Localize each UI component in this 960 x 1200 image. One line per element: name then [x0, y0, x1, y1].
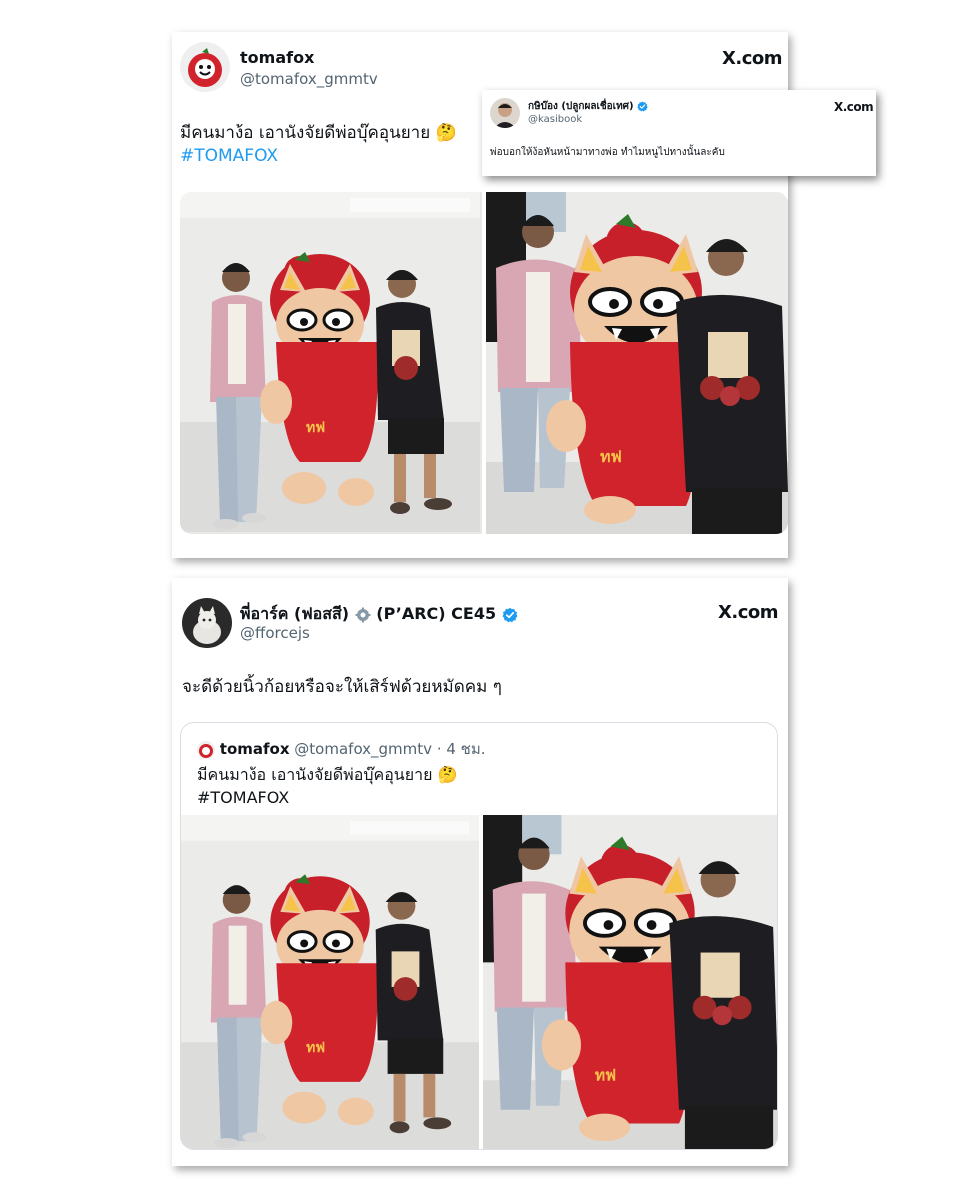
cat-avatar-icon — [182, 598, 232, 648]
xcom-logo: X.com — [834, 100, 874, 114]
reply-text: พ่อบอกให้ง้อหันหน้ามาทางพ่อ ทำไมหนูไปทาง… — [490, 147, 725, 158]
photo-image — [180, 192, 482, 534]
reply-tweet-card[interactable]: กษิบ๊อง (ปลูกผลเชื่อเทศ) @kasibook X.com… — [482, 90, 876, 176]
hashtag-link[interactable]: #TOMAFOX — [180, 145, 500, 168]
quote-hashtag[interactable]: #TOMAFOX — [197, 786, 457, 809]
tweet-text: มีคนมาง้อ เอานังจัยดีพ่อบุ๊คอุนยาย 🤔 #TO… — [180, 122, 500, 168]
photo-1[interactable] — [180, 192, 482, 534]
quote-text: มีคนมาง้อ เอานังจัยดีพ่อบุ๊คอุนยาย 🤔 #TO… — [197, 763, 457, 809]
author-handle[interactable]: @fforcejs — [240, 624, 310, 642]
quote-photo-2[interactable] — [483, 815, 777, 1149]
avatar[interactable] — [180, 42, 230, 92]
avatar[interactable] — [490, 98, 520, 128]
quote-time[interactable]: · 4 ชม. — [437, 740, 486, 758]
quote-author-name[interactable]: tomafox — [220, 740, 290, 758]
quote-photo-1[interactable] — [181, 815, 479, 1149]
quote-author-handle[interactable]: @tomafox_gmmtv — [294, 740, 432, 758]
verified-badge-icon — [637, 100, 649, 112]
photo-2[interactable] — [486, 192, 788, 534]
author-name-suffix: (P’ARC) CE45 — [376, 604, 497, 623]
tweet-body: มีคนมาง้อ เอานังจัยดีพ่อบุ๊คอุนยาย 🤔 — [180, 123, 457, 143]
author-name[interactable]: กษิบ๊อง (ปลูกผลเชื่อเทศ) — [528, 99, 649, 114]
xcom-logo: X.com — [718, 602, 779, 623]
photo-image — [486, 192, 788, 534]
tweet-text: จะดีด้วยนิ้วก้อยหรือจะให้เสิร์ฟด้วยหมัดค… — [182, 677, 502, 697]
verified-badge-icon — [501, 606, 518, 623]
quoted-tweet[interactable]: tomafox @tomafox_gmmtv · 4 ชม. มีคนมาง้อ… — [180, 722, 778, 1150]
author-name[interactable]: tomafox — [240, 48, 314, 67]
gear-icon — [355, 607, 371, 622]
author-handle[interactable]: @tomafox_gmmtv — [240, 70, 378, 88]
tomafox-avatar-icon — [197, 740, 215, 759]
tomafox-avatar-icon — [180, 42, 230, 92]
xcom-logo: X.com — [722, 48, 783, 69]
author-name-text: พี่อาร์ค (ฟอสสี) — [240, 604, 350, 623]
tweet-card[interactable]: พี่อาร์ค (ฟอสสี) (P’ARC) CE45 @fforcejs … — [172, 578, 788, 1166]
author-handle[interactable]: @kasibook — [528, 114, 582, 125]
quote-header[interactable]: tomafox @tomafox_gmmtv · 4 ชม. — [197, 737, 486, 761]
quote-body: มีคนมาง้อ เอานังจัยดีพ่อบุ๊คอุนยาย 🤔 — [197, 765, 458, 784]
kasibook-avatar-icon — [490, 98, 520, 128]
author-name-text: กษิบ๊อง (ปลูกผลเชื่อเทศ) — [528, 101, 634, 112]
avatar[interactable] — [182, 598, 232, 648]
photo-image — [181, 815, 479, 1149]
photo-image — [483, 815, 777, 1149]
